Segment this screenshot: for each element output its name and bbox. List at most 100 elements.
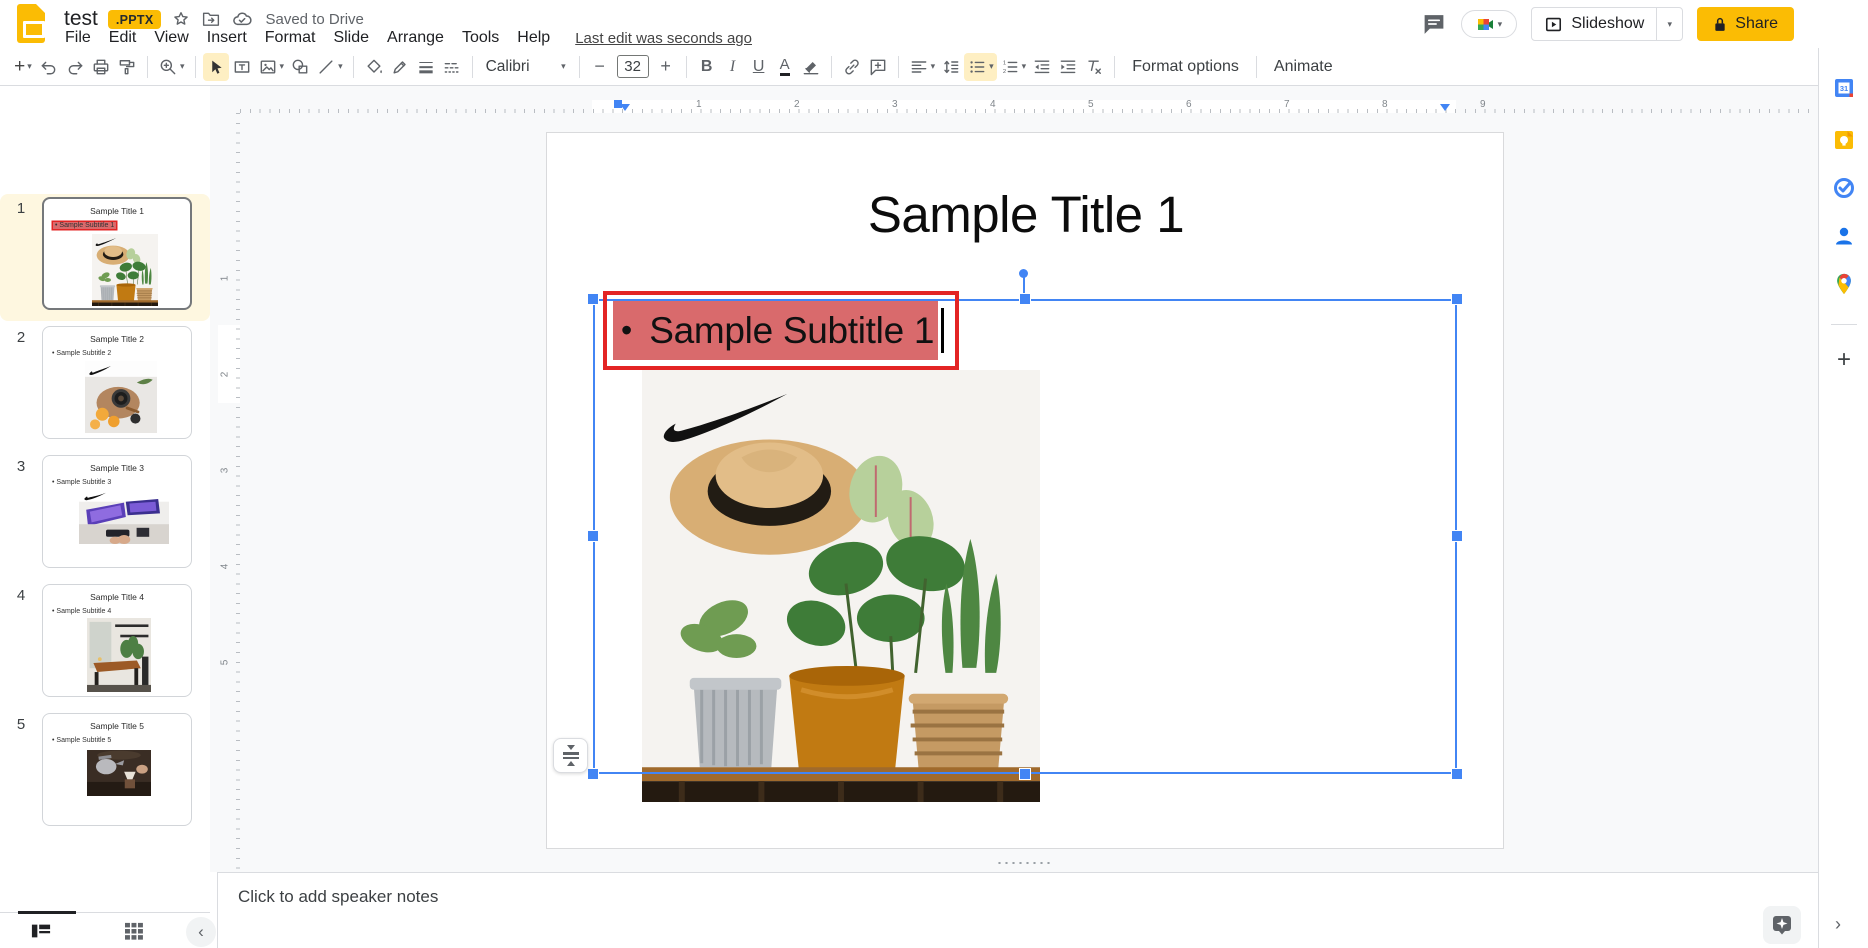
grid-view-button[interactable] — [124, 922, 144, 940]
contacts-icon[interactable] — [1832, 224, 1856, 248]
border-weight-button[interactable] — [413, 53, 439, 81]
vertical-ruler[interactable]: 1 2 3 4 5 — [218, 113, 240, 887]
collapse-filmstrip-button[interactable]: ‹ — [186, 917, 216, 947]
font-size-decrease-button[interactable]: − — [587, 53, 613, 81]
rotation-handle[interactable] — [1019, 269, 1028, 278]
subtitle-text-box[interactable]: • Sample Subtitle 1 — [603, 291, 959, 370]
menu-item-help[interactable]: Help — [508, 26, 559, 50]
insert-line-button[interactable]: ▾ — [313, 53, 346, 81]
menu-item-file[interactable]: File — [56, 26, 100, 50]
explore-sparkle-icon — [1773, 916, 1791, 935]
calendar-icon[interactable]: 31 — [1832, 76, 1856, 100]
slide-thumbnail-row-5[interactable]: 5 Sample Title 5 • Sample Subtitle 5 — [0, 710, 210, 837]
animate-button[interactable]: Animate — [1264, 54, 1343, 80]
filmstrip-view-button[interactable] — [30, 921, 52, 941]
slide-thumbnail-row-3[interactable]: 3 Sample Title 3 • Sample Subtitle 3 — [0, 452, 210, 579]
menu-item-tools[interactable]: Tools — [453, 26, 508, 50]
undo-button[interactable] — [36, 53, 62, 81]
slideshow-button[interactable]: Slideshow ▾ — [1531, 7, 1684, 41]
menu-item-insert[interactable]: Insert — [198, 26, 256, 50]
keep-icon[interactable] — [1832, 128, 1856, 152]
saved-status[interactable]: Saved to Drive — [265, 11, 363, 28]
subtitle-text: Sample Subtitle 1 — [649, 309, 935, 351]
font-size-input[interactable]: 32 — [616, 55, 649, 78]
numbered-list-button[interactable]: 1 2 ▾ — [997, 53, 1030, 81]
slide-thumbnail-5[interactable]: Sample Title 5 • Sample Subtitle 5 — [42, 713, 192, 826]
print-button[interactable] — [88, 53, 114, 81]
paint-format-button[interactable] — [114, 53, 140, 81]
slide-thumbnail-3[interactable]: Sample Title 3 • Sample Subtitle 3 — [42, 455, 192, 568]
line-spacing-button[interactable] — [938, 53, 964, 81]
left-indent-marker[interactable] — [620, 104, 630, 111]
align-button[interactable]: ▾ — [906, 53, 939, 81]
decrease-indent-button[interactable] — [1029, 53, 1055, 81]
highlight-color-button[interactable] — [798, 53, 824, 81]
insert-image-button[interactable]: ▾ — [255, 53, 288, 81]
get-addons-button[interactable]: + — [1832, 346, 1856, 373]
selection-handle-ne[interactable] — [1451, 293, 1463, 305]
horizontal-ruler[interactable]: 1 2 3 4 5 6 7 8 9 — [240, 99, 1812, 113]
bulleted-list-button[interactable]: ▾ — [964, 52, 997, 81]
selection-handle-e[interactable] — [1451, 530, 1463, 542]
slide-thumbnail-4[interactable]: Sample Title 4 • Sample Subtitle 4 — [42, 584, 192, 697]
selection-handle-n[interactable] — [1019, 293, 1031, 305]
slide-thumbnail-row-2[interactable]: 2 Sample Title 2 • Sample Subtitle 2 — [0, 323, 210, 450]
thumb-subtitle: • Sample Subtitle 5 — [52, 737, 112, 744]
font-family-select[interactable]: Calibri ▾ — [480, 58, 572, 76]
underline-button[interactable]: U — [746, 53, 772, 81]
selection-handle-nw[interactable] — [587, 293, 599, 305]
selection-handle-se[interactable] — [1451, 768, 1463, 780]
slides-logo-icon[interactable] — [17, 4, 45, 43]
selection-handle-s[interactable] — [1019, 768, 1031, 780]
new-slide-button[interactable]: + ▾ — [10, 53, 36, 81]
add-comment-button[interactable] — [865, 53, 891, 81]
speaker-notes-placeholder[interactable]: Click to add speaker notes — [238, 887, 438, 907]
slide-thumbnail-1[interactable]: Sample Title 1 • Sample Subtitle 1 — [42, 197, 192, 310]
insert-shape-button[interactable] — [287, 53, 313, 81]
menu-item-view[interactable]: View — [145, 26, 197, 50]
redo-button[interactable] — [62, 53, 88, 81]
thumb-image-brew — [87, 750, 151, 796]
clear-formatting-button[interactable] — [1081, 53, 1107, 81]
menu-item-slide[interactable]: Slide — [324, 26, 378, 50]
thumb-image-coffee — [85, 361, 157, 433]
increase-indent-button[interactable] — [1055, 53, 1081, 81]
slide-thumbnail-2[interactable]: Sample Title 2 • Sample Subtitle 2 — [42, 326, 192, 439]
notes-resize-handle[interactable] — [996, 860, 1052, 866]
bold-button[interactable]: B — [694, 53, 720, 81]
comments-button[interactable] — [1421, 12, 1447, 37]
content-placeholder-selection[interactable] — [593, 299, 1457, 774]
highlighted-subtitle[interactable]: • Sample Subtitle 1 — [613, 301, 939, 360]
menu-item-format[interactable]: Format — [256, 26, 325, 50]
border-color-button[interactable] — [387, 53, 413, 81]
slide-page[interactable]: Sample Title 1 • Sample Subtitle 1 — [546, 132, 1504, 849]
explore-button[interactable] — [1763, 906, 1801, 944]
slide-thumbnail-row-4[interactable]: 4 Sample Title 4 • Sample Subtitle 4 — [0, 581, 210, 708]
zoom-button[interactable]: ▾ — [155, 53, 188, 81]
selection-handle-w[interactable] — [587, 530, 599, 542]
format-options-button[interactable]: Format options — [1122, 54, 1249, 80]
font-size-increase-button[interactable]: + — [653, 53, 679, 81]
last-edit-link[interactable]: Last edit was seconds ago — [575, 30, 752, 47]
slide-thumbnail-row-1[interactable]: 1 Sample Title 1 • Sample Subtitle 1 — [0, 194, 210, 321]
menu-item-edit[interactable]: Edit — [100, 26, 146, 50]
tasks-icon[interactable] — [1832, 176, 1856, 200]
italic-button[interactable]: I — [720, 53, 746, 81]
text-box-button[interactable] — [229, 53, 255, 81]
slide-title-text[interactable]: Sample Title 1 — [547, 185, 1505, 244]
fill-color-button[interactable] — [361, 53, 387, 81]
selection-handle-sw[interactable] — [587, 768, 599, 780]
maps-icon[interactable] — [1832, 272, 1856, 296]
meet-button[interactable]: ▾ — [1461, 10, 1518, 38]
menu-item-arrange[interactable]: Arrange — [378, 26, 453, 50]
slideshow-dropdown-caret[interactable]: ▾ — [1656, 8, 1682, 40]
text-color-button[interactable]: A — [772, 53, 798, 81]
insert-link-button[interactable] — [839, 53, 865, 81]
text-options-float-button[interactable] — [553, 738, 588, 773]
share-button[interactable]: Share — [1697, 7, 1794, 41]
right-indent-marker[interactable] — [1440, 104, 1450, 111]
expand-sidepanel-button[interactable]: › — [1835, 914, 1841, 935]
select-tool-button[interactable] — [202, 52, 229, 81]
border-dash-button[interactable] — [439, 53, 465, 81]
speaker-notes-panel[interactable]: Click to add speaker notes — [217, 872, 1818, 948]
